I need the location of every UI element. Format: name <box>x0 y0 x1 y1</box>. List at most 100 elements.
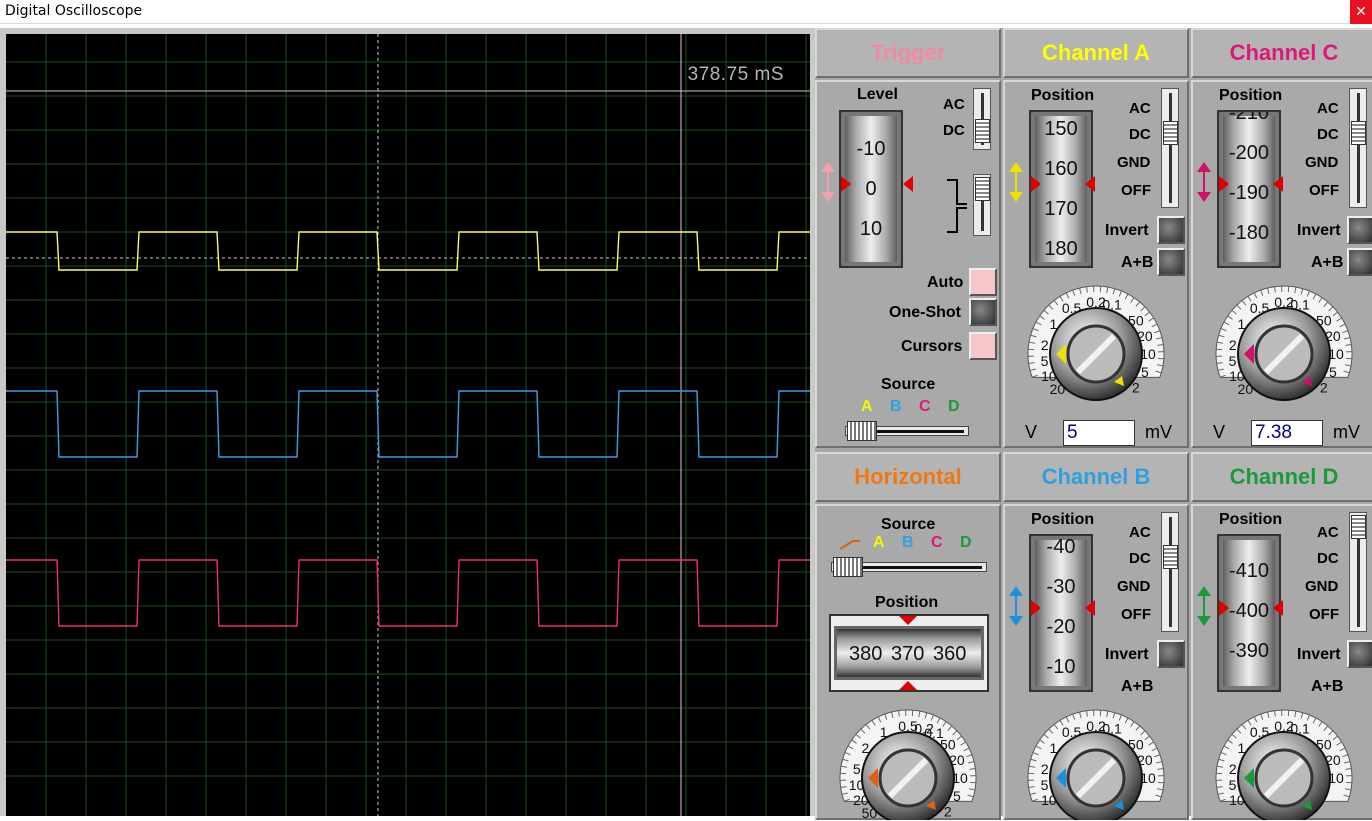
channel-b-volts-div-dial[interactable]: 0.5125100.20.1502010 <box>1005 692 1187 820</box>
channel-a-volts-div-dial[interactable]: 0.512510200.20.150201052 <box>1005 268 1187 428</box>
channel-a-coupling-switch[interactable] <box>1161 88 1179 208</box>
position-tick: -20 <box>1031 616 1091 639</box>
channel-d-header: Channel D <box>1191 452 1372 502</box>
channel-a-invert-button[interactable] <box>1157 216 1185 244</box>
position-tick: -40 <box>1031 536 1091 559</box>
horizontal-source-slider-handle[interactable] <box>833 557 863 577</box>
window-title: Digital Oscilloscope <box>5 3 142 19</box>
channel-b-invert-button[interactable] <box>1157 640 1185 668</box>
auto-button[interactable] <box>969 268 997 296</box>
channel-c-unit-v: V <box>1213 422 1225 443</box>
source-letter-d: D <box>948 398 960 416</box>
horizontal-ramp-icon <box>839 536 861 550</box>
cursors-label: Cursors <box>901 338 962 356</box>
position-tick: -200 <box>1219 142 1279 165</box>
trigger-coupling-switch[interactable] <box>973 88 991 150</box>
level-marker-left-icon <box>841 176 851 192</box>
position-tick: 150 <box>1031 118 1091 141</box>
channel-a-updown-arrow-icon[interactable] <box>1007 162 1025 202</box>
level-tick: 10 <box>841 218 901 241</box>
channel-c-unit-mv: mV <box>1333 422 1360 443</box>
source-letter-d: D <box>960 534 972 552</box>
channel-d-position-label: Position <box>1219 511 1282 529</box>
source-letter-c: C <box>919 398 931 416</box>
channel-b-position-label: Position <box>1031 511 1094 529</box>
horizontal-position-label: Position <box>875 594 938 612</box>
trigger-header: Trigger <box>815 28 1001 78</box>
time-div-dial[interactable]: 1251020500.50.20.150201052 <box>817 692 999 820</box>
edge-polarity-icon <box>945 178 969 234</box>
channel-a-section: Position 150 160 170 180 AC DC GND OFF I… <box>1003 80 1189 448</box>
horizontal-source-letters: ABCD <box>873 534 983 554</box>
channel-b-invert-label: Invert <box>1105 646 1149 664</box>
channel-a-position-label: Position <box>1031 87 1094 105</box>
channel-a-marker-left-icon <box>1031 176 1041 192</box>
channel-b-coupling-switch[interactable] <box>1161 512 1179 632</box>
position-tick: -390 <box>1219 640 1279 663</box>
channel-c-marker-left-icon <box>1219 176 1229 192</box>
dial-label: 2 <box>1229 761 1237 777</box>
channel-b-updown-arrow-icon[interactable] <box>1007 586 1025 626</box>
channel-d-updown-arrow-icon[interactable] <box>1195 586 1213 626</box>
one-shot-button[interactable] <box>969 298 997 326</box>
control-panel: Trigger Level -10 0 10 AC DC Auto O <box>815 28 1372 816</box>
channel-b-section: Position -40 -30 -20 -10 AC DC GND OFF I… <box>1003 504 1189 820</box>
trace-channel-c <box>6 560 810 626</box>
channel-d-ac-label: AC <box>1317 524 1339 541</box>
dial-label: 5 <box>1141 364 1149 380</box>
channel-c-invert-button[interactable] <box>1347 216 1372 244</box>
channel-a-unit-v: V <box>1025 422 1037 443</box>
channel-d-gnd-label: GND <box>1305 578 1338 595</box>
trigger-title: Trigger <box>871 40 946 65</box>
cursors-button[interactable] <box>969 332 997 360</box>
position-tick: 380 <box>849 643 882 666</box>
channel-c-volts-input[interactable]: 7.38 <box>1251 420 1323 446</box>
channel-a-off-label: OFF <box>1121 182 1151 199</box>
title-bar: Digital Oscilloscope ✕ <box>0 0 1372 24</box>
position-tick: -210 <box>1219 110 1279 125</box>
channel-c-volts-div-dial[interactable]: 0.512510200.20.150201052 <box>1193 268 1372 428</box>
horizontal-header: Horizontal <box>815 452 1001 502</box>
position-bottom-marker-icon <box>899 680 917 690</box>
trigger-coupling-dc: DC <box>943 122 965 139</box>
screen-grid <box>6 34 810 816</box>
dial-label: 2 <box>1041 337 1049 353</box>
channel-d-invert-button[interactable] <box>1347 640 1372 668</box>
channel-b-gnd-label: GND <box>1117 578 1150 595</box>
level-updown-arrow-icon[interactable] <box>819 162 837 202</box>
dial-label: 5 <box>1229 353 1237 369</box>
horizontal-title: Horizontal <box>854 464 962 489</box>
channel-a-title: Channel A <box>1042 40 1150 65</box>
channel-c-gnd-label: GND <box>1305 154 1338 171</box>
horizontal-position-drum[interactable]: 380 370 360 <box>834 626 984 680</box>
dial-label: 5 <box>1329 364 1337 380</box>
position-tick: 180 <box>1031 238 1091 261</box>
channel-b-ac-label: AC <box>1129 524 1151 541</box>
channel-a-volts-input[interactable]: 5 <box>1063 420 1135 446</box>
dial-label: 2 <box>1041 761 1049 777</box>
waveform-display <box>6 34 810 816</box>
oneshot-label: One-Shot <box>889 304 961 322</box>
trace-channel-a <box>6 232 810 270</box>
edge-polarity-switch[interactable] <box>973 174 991 236</box>
close-button[interactable]: ✕ <box>1350 0 1372 24</box>
channel-b-title: Channel B <box>1042 464 1151 489</box>
channel-c-coupling-switch[interactable] <box>1349 88 1367 208</box>
trigger-source-slider-handle[interactable] <box>847 421 877 441</box>
position-tick: -410 <box>1219 560 1279 583</box>
channel-d-volts-div-dial[interactable]: 0.5125100.20.1502010 <box>1193 692 1372 820</box>
channel-d-coupling-switch[interactable] <box>1349 512 1367 632</box>
horizontal-position-frame: 380 370 360 <box>829 614 989 692</box>
position-tick: 370 <box>891 643 924 666</box>
channel-a-unit-mv: mV <box>1145 422 1172 443</box>
channel-c-title: Channel C <box>1230 40 1339 65</box>
channel-d-section: Position -410 -400 -390 AC DC GND OFF In… <box>1191 504 1372 820</box>
scope-screen: 378.75 mS <box>6 34 810 816</box>
level-label: Level <box>857 86 898 104</box>
channel-c-updown-arrow-icon[interactable] <box>1195 162 1213 202</box>
channel-a-gnd-label: GND <box>1117 154 1150 171</box>
channel-d-invert-label: Invert <box>1297 646 1341 664</box>
dial-label: 5 <box>853 761 861 777</box>
channel-d-title: Channel D <box>1230 464 1339 489</box>
dial-label: 2 <box>1229 337 1237 353</box>
